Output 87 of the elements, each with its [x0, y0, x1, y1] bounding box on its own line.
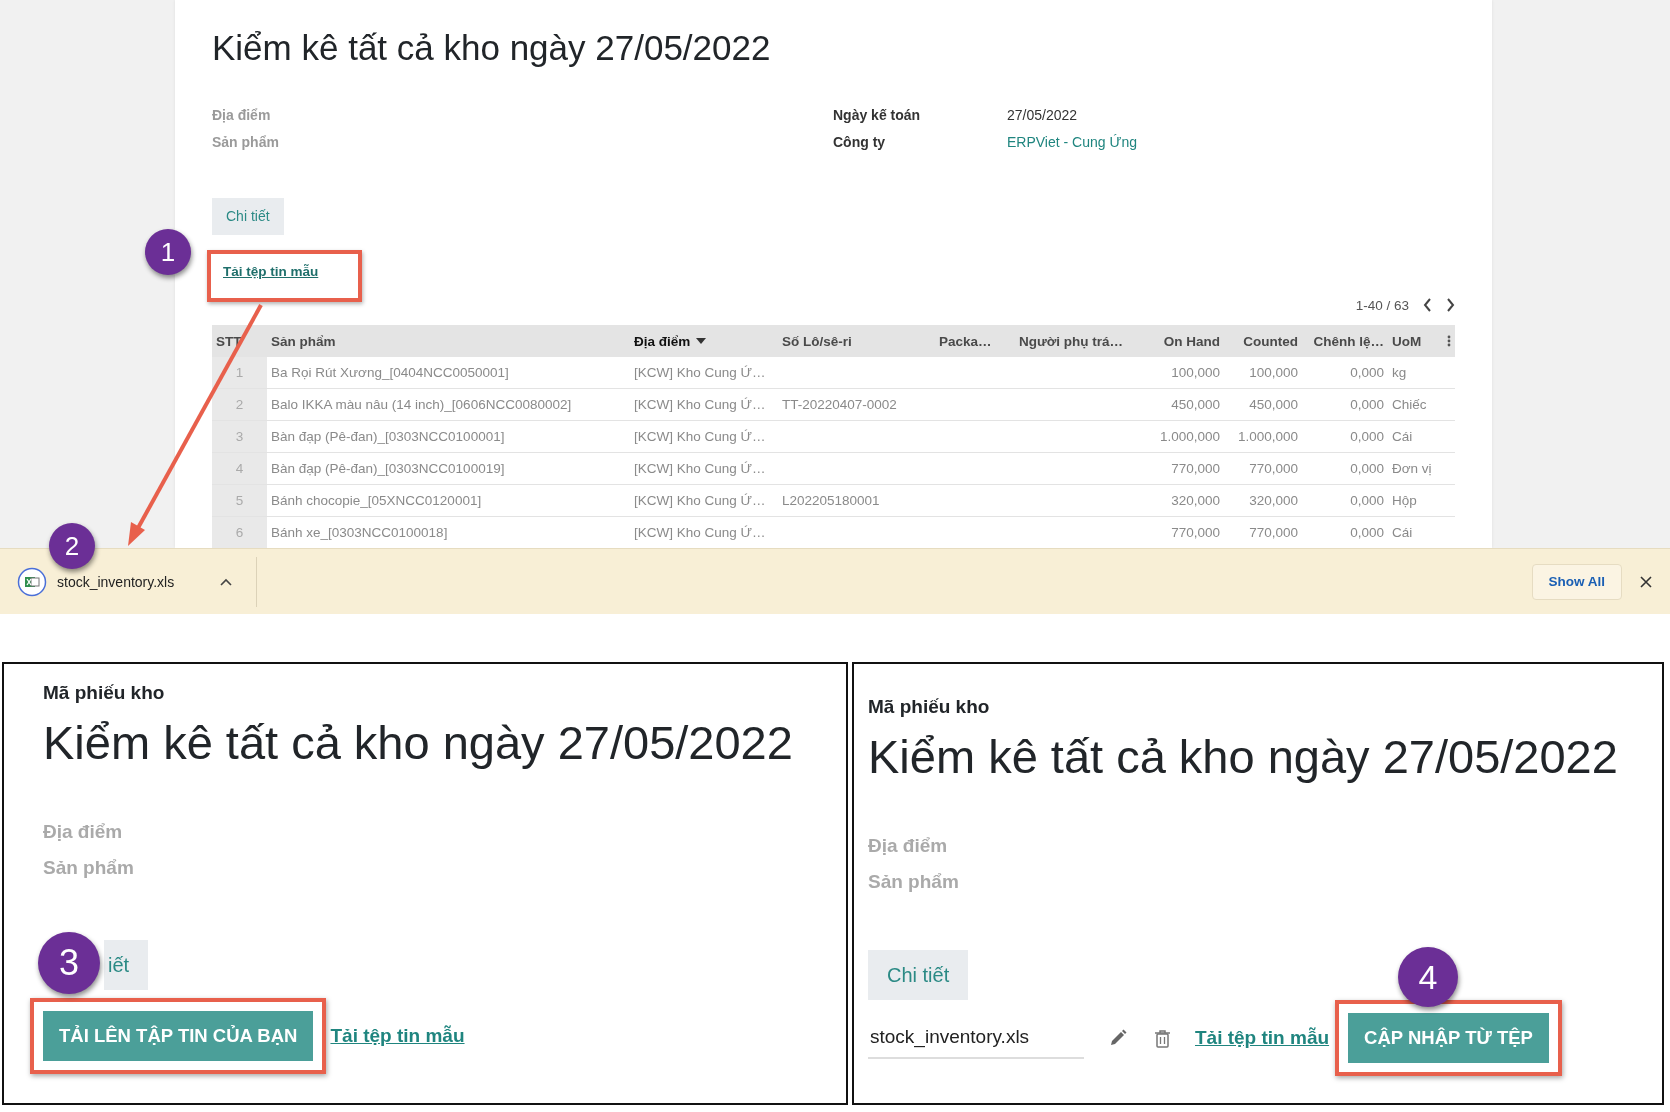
table-cell: Cái: [1392, 429, 1413, 444]
field-label: Ngày kế toán: [833, 106, 921, 123]
table-cell: 100,000: [1171, 365, 1220, 380]
table-cell: 770,000: [1171, 461, 1220, 476]
template-download-link[interactable]: Tải tệp tin mẫu: [223, 264, 319, 279]
sort-caret-icon: [696, 338, 707, 344]
table-cell: Bàn đạp (Pê-đan)_[0303NCC0100019]: [271, 461, 505, 476]
row-number: 6: [235, 525, 244, 540]
row-number: 4: [235, 461, 244, 476]
table-cell: Balo IKKA màu nâu (14 inch)_[0606NCC0080002]: [271, 397, 572, 412]
column-header[interactable]: Địa điểm: [630, 325, 778, 357]
table-cell: 0,000: [1350, 365, 1384, 380]
table-cell: Bánh xe_[0303NCC0100018]: [271, 525, 448, 540]
details-tab[interactable]: Chi tiết: [868, 950, 969, 1000]
previous-page-icon[interactable]: [1423, 298, 1432, 312]
form-caption: Mã phiếu kho: [868, 696, 990, 718]
table-cell: 100,000: [1249, 365, 1298, 380]
row-number: 2: [235, 397, 244, 412]
details-tab[interactable]: iết: [104, 940, 149, 990]
field-value: 27/05/2022: [1007, 106, 1078, 123]
field-label: Địa điểm: [43, 821, 123, 843]
field-label: Địa điểm: [868, 835, 948, 857]
table-cell: 0,000: [1350, 493, 1384, 508]
page-title: Kiểm kê tất cả kho ngày 27/05/2022: [212, 28, 771, 68]
table-cell: 770,000: [1171, 525, 1220, 540]
details-tab[interactable]: Chi tiết: [212, 198, 284, 235]
column-header[interactable]: Sản phẩm: [267, 325, 630, 357]
table-cell: 320,000: [1171, 493, 1220, 508]
table-cell: 450,000: [1249, 397, 1298, 412]
field-link[interactable]: ERPViet - Cung Ứng: [1007, 133, 1137, 150]
table-cell: 0,000: [1350, 429, 1384, 444]
table-cell: 0,000: [1350, 461, 1384, 476]
table-cell: 770,000: [1249, 461, 1298, 476]
pencil-icon[interactable]: [1108, 1028, 1128, 1048]
table-cell: Đơn vị: [1392, 461, 1432, 476]
column-header[interactable]: On Hand: [1140, 325, 1224, 357]
next-page-icon[interactable]: [1446, 298, 1455, 312]
field-label: Địa điểm: [212, 106, 271, 123]
table-cell: Bánh chocopie_[05XNCC0120001]: [271, 493, 482, 508]
show-all-button[interactable]: Show All: [1531, 563, 1622, 600]
template-download-link[interactable]: Tải tệp tin mẫu: [330, 1025, 465, 1047]
column-header[interactable]: Số Lô/sê-ri: [778, 325, 935, 357]
table-cell: [KCW] Kho Cung Ứ…: [634, 461, 766, 476]
table-cell: 1.000,000: [1159, 429, 1220, 444]
spreadsheet-file-icon: [17, 566, 47, 597]
table-cell: kg: [1392, 365, 1407, 380]
table-cell: 0,000: [1350, 525, 1384, 540]
row-number: 1: [235, 365, 244, 380]
field-label: Sản phẩm: [43, 857, 134, 879]
table-cell: Hộp: [1392, 493, 1417, 508]
form-caption: Mã phiếu kho: [43, 682, 165, 704]
table-cell: 1.000,000: [1237, 429, 1298, 444]
column-header[interactable]: Counted: [1224, 325, 1302, 357]
pager-count: 1-40 / 63: [1355, 297, 1409, 313]
record-title: Kiểm kê tất cả kho ngày 27/05/2022: [43, 716, 794, 770]
trash-icon[interactable]: [1154, 1028, 1171, 1048]
field-label: Công ty: [833, 133, 886, 150]
table-cell: Ba Rọi Rút Xương_[0404NCC0050001]: [271, 365, 509, 380]
table-cell: Cái: [1392, 525, 1413, 540]
downloaded-file-name[interactable]: stock_inventory.xls: [57, 573, 175, 590]
table-cell: [KCW] Kho Cung Ứ…: [634, 525, 766, 540]
table-cell: [KCW] Kho Cung Ứ…: [634, 429, 766, 444]
template-download-link[interactable]: Tải tệp tin mẫu: [1195, 1027, 1330, 1049]
row-number: 5: [235, 493, 244, 508]
column-header[interactable]: UoM: [1388, 325, 1443, 357]
column-header[interactable]: Chênh lệ…: [1302, 325, 1388, 357]
table-cell: Bàn đạp (Pê-đan)_[0303NCC0100001]: [271, 429, 505, 444]
table-cell: [KCW] Kho Cung Ứ…: [634, 365, 766, 380]
record-title: Kiểm kê tất cả kho ngày 27/05/2022: [868, 730, 1619, 784]
table-cell: TT-20220407-0002: [782, 397, 897, 412]
table-cell: 450,000: [1171, 397, 1220, 412]
chevron-up-icon[interactable]: [220, 577, 233, 586]
table-cell: [KCW] Kho Cung Ứ…: [634, 397, 766, 412]
table-cell: 770,000: [1249, 525, 1298, 540]
table-cell: 0,000: [1350, 397, 1384, 412]
field-label: Sản phẩm: [868, 871, 959, 893]
row-number: 3: [235, 429, 244, 444]
field-label: Sản phẩm: [212, 133, 279, 150]
table-cell: [KCW] Kho Cung Ứ…: [634, 493, 766, 508]
column-header[interactable]: Người phụ trá…: [1015, 325, 1140, 357]
file-name-field[interactable]: stock_inventory.xls: [868, 1017, 1084, 1059]
column-header[interactable]: Packa…: [935, 325, 1015, 357]
table-cell: L202205180001: [782, 493, 880, 508]
table-cell: 320,000: [1249, 493, 1298, 508]
close-icon[interactable]: [1640, 575, 1652, 588]
table-cell: Chiếc: [1392, 397, 1427, 412]
column-menu-icon[interactable]: [1447, 335, 1451, 347]
